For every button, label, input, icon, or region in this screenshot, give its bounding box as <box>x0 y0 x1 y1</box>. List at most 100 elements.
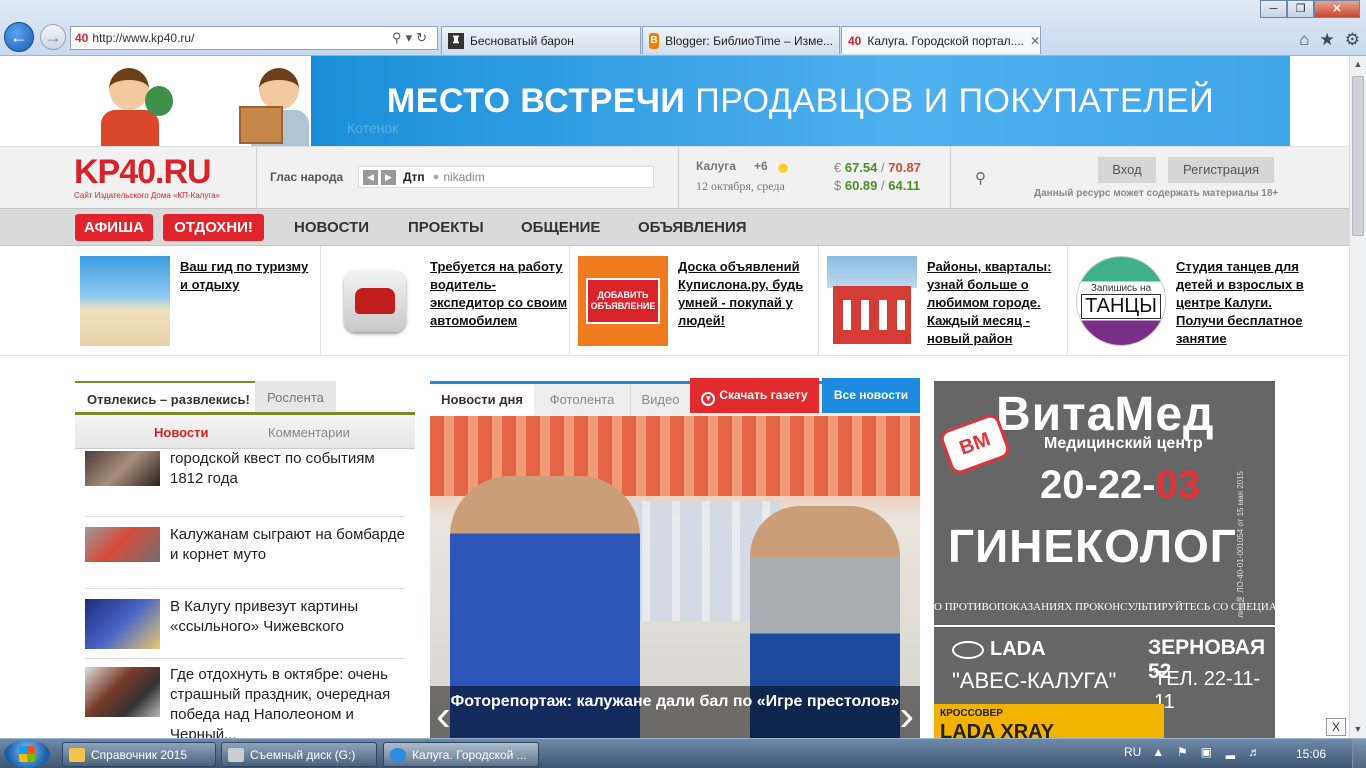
news-thumbnail[interactable] <box>85 451 160 486</box>
taskbar-item-browser[interactable]: Калуга. Городской ... <box>383 742 539 767</box>
voice-tag[interactable]: Дтп <box>403 170 425 184</box>
tab-besnovaty-baron[interactable]: ♜ Бесноватый барон <box>441 26 641 54</box>
news-thumbnail[interactable] <box>85 667 160 717</box>
taskbar-item-label: Калуга. Городской ... <box>412 747 527 762</box>
home-icon[interactable]: ⌂ <box>1299 30 1309 50</box>
search-icon[interactable]: ⚲ <box>392 30 406 45</box>
promo-districts[interactable]: Районы, кварталы: узнай больше о любимом… <box>827 246 1067 356</box>
address-bar[interactable]: 40 http://www.kp40.ru/ ⚲▾↻ <box>70 26 438 50</box>
taskbar-clock[interactable]: 15:06 <box>1296 747 1326 761</box>
list-item[interactable]: В Калугу привезут картины «ссыльного» Чи… <box>85 589 405 659</box>
taskbar-item-spravochnik[interactable]: Справочник 2015 <box>62 742 216 767</box>
list-item[interactable]: Где отдохнуть в октябре: очень страшный … <box>85 659 405 738</box>
promo-dance-studio[interactable]: Запишись на ТАНЦЫ Студия танцев для дете… <box>1076 246 1316 356</box>
address-tools[interactable]: ⚲▾↻ <box>392 30 437 46</box>
register-button[interactable]: Регистрация <box>1168 157 1274 183</box>
show-desktop-button[interactable] <box>1352 739 1366 768</box>
vitamed-specialty: ГИНЕКОЛОГ <box>948 520 1237 572</box>
promo-text[interactable]: Доска объявлений Купислона.ру, будь умне… <box>678 258 816 330</box>
promo-text[interactable]: Требуется на работу водитель-экспедитор … <box>430 258 568 330</box>
maximize-button[interactable]: ❐ <box>1287 0 1314 18</box>
promo-text[interactable]: Ваш гид по туризму и отдыху <box>180 258 318 294</box>
minimize-button[interactable]: ─ <box>1260 0 1287 18</box>
nav-news[interactable]: НОВОСТИ <box>294 219 369 236</box>
favorites-star-icon[interactable]: ★ <box>1320 30 1335 50</box>
tab-video[interactable]: Видео <box>630 384 690 416</box>
page-scrollbar[interactable]: ▲ ▼ <box>1349 56 1366 738</box>
tab-kaluga-portal[interactable]: 40 Калуга. Городской портал.... ✕ <box>841 26 1041 54</box>
ticker-prev-button[interactable]: ◀ <box>363 169 378 185</box>
list-item[interactable]: Калужанам сыграют на бомбарде и корнет м… <box>85 517 405 589</box>
flag-icon[interactable]: ⚑ <box>1175 745 1189 759</box>
start-button[interactable] <box>4 740 50 768</box>
promo-text[interactable]: Студия танцев для детей и взрослых в цен… <box>1176 258 1314 348</box>
list-item[interactable]: В Малоярославце состоится городской квес… <box>85 449 405 517</box>
euro-buy: 67.54 <box>844 160 878 175</box>
chevron-right-icon[interactable]: › <box>899 694 914 738</box>
weather-widget[interactable]: Калуга +6 12 октября, среда <box>696 159 790 194</box>
building-image[interactable] <box>827 256 917 346</box>
scroll-thumb[interactable] <box>1352 76 1364 236</box>
language-indicator[interactable]: RU <box>1124 745 1141 759</box>
back-button[interactable]: ← <box>4 22 34 52</box>
news-thumbnail[interactable] <box>85 599 160 649</box>
ticker-next-button[interactable]: ▶ <box>381 169 396 185</box>
volume-icon[interactable]: ♬ <box>1247 745 1261 759</box>
close-ad-button[interactable]: X <box>1326 718 1346 736</box>
taskbar-item-removable-disk[interactable]: Съемный диск (G:) <box>221 742 377 767</box>
tab-entertainment[interactable]: Отвлекись – развлекись! <box>75 381 262 412</box>
tab-news-of-day[interactable]: Новости дня <box>430 384 534 416</box>
news-title[interactable]: Калужанам сыграют на бомбарде и корнет м… <box>170 525 405 565</box>
news-thumbnail[interactable] <box>85 527 160 562</box>
news-title[interactable]: Где отдохнуть в октябре: очень страшный … <box>170 665 405 738</box>
settings-gear-icon[interactable]: ⚙ <box>1345 30 1360 50</box>
dropdown-icon[interactable]: ▾ <box>406 30 417 45</box>
tab-photo-feed[interactable]: Фотолента <box>534 384 630 416</box>
promo-driver-job[interactable]: Требуется на работу водитель-экспедитор … <box>330 246 570 356</box>
chevron-left-icon[interactable]: ‹ <box>436 694 451 738</box>
currency-rates: € 67.54 / 70.87 $ 60.89 / 64.11 <box>834 159 921 195</box>
scroll-up-icon[interactable]: ▲ <box>1350 56 1366 73</box>
scroll-down-icon[interactable]: ▼ <box>1350 721 1366 738</box>
promo-tourism[interactable]: Ваш гид по туризму и отдыху <box>80 246 320 356</box>
address-url[interactable]: http://www.kp40.ru/ <box>92 31 392 45</box>
promo-kupislona[interactable]: ДОБАВИТЬ ОБЪЯВЛЕНИЕ Доска объявлений Куп… <box>578 246 818 356</box>
subtab-comments[interactable]: Комментарии <box>268 425 350 440</box>
device-icon[interactable]: ▣ <box>1199 745 1213 759</box>
nav-otdohni[interactable]: ОТДОХНИ! <box>163 214 264 241</box>
header-divider <box>256 147 257 209</box>
subtab-news[interactable]: Новости <box>154 425 209 440</box>
dance-image[interactable]: Запишись на ТАНЦЫ <box>1076 256 1166 346</box>
network-signal-icon[interactable]: ▂ <box>1223 745 1237 759</box>
tab-close-icon[interactable]: ✕ <box>1030 34 1040 48</box>
site-search-icon[interactable]: ⚲ <box>975 169 993 187</box>
window-controls: ─ ❐ ✕ <box>1260 0 1360 18</box>
photo-caption[interactable]: Фоторепортаж: калужане дали бал по «Игре… <box>430 686 920 738</box>
refresh-icon[interactable]: ↻ <box>416 30 431 45</box>
login-button[interactable]: Вход <box>1098 157 1156 183</box>
tray-expand-icon[interactable]: ▲ <box>1151 745 1165 759</box>
tab-blogger[interactable]: B Blogger: БиблиоTime – Изме... <box>642 26 840 54</box>
nav-communication[interactable]: ОБЩЕНИЕ <box>521 219 600 236</box>
promo-text[interactable]: Районы, кварталы: узнай больше о любимом… <box>927 258 1065 348</box>
download-newspaper-button[interactable]: ▼ Скачать газету <box>690 378 819 413</box>
forward-button[interactable]: → <box>40 24 66 50</box>
news-title[interactable]: В Калугу привезут картины «ссыльного» Чи… <box>170 597 405 637</box>
lada-ad[interactable]: LADA ЗЕРНОВАЯ 52 "АВЕС-КАЛУГА" ТЕЛ. 22-1… <box>934 627 1275 738</box>
beach-image[interactable] <box>80 256 170 346</box>
vitamed-ad[interactable]: ВитаМед Медицинский центр ВМ 20-22-03 ГИ… <box>934 381 1275 625</box>
top-ad-banner[interactable]: Котенок МЕСТО ВСТРЕЧИ ПРОДАВЦОВ И ПОКУПА… <box>75 56 1290 146</box>
featured-photo[interactable]: Фоторепортаж: калужане дали бал по «Игре… <box>430 416 920 738</box>
all-news-button[interactable]: Все новости <box>822 378 920 413</box>
nav-afisha[interactable]: АФИША <box>75 214 153 241</box>
nav-projects[interactable]: ПРОЕКТЫ <box>408 219 484 236</box>
tab-roslenta[interactable]: Рослента <box>255 381 336 412</box>
vitamed-title: ВитаМед <box>996 388 1215 441</box>
nav-classifieds[interactable]: ОБЪЯВЛЕНИЯ <box>638 219 747 236</box>
voice-user[interactable]: nikadim <box>443 170 484 184</box>
car-image[interactable] <box>330 256 420 346</box>
site-logo[interactable]: KP40.RU Сайт Издательского Дома «КП-Калу… <box>74 155 220 200</box>
news-title[interactable]: В Малоярославце состоится городской квес… <box>170 449 405 489</box>
close-window-button[interactable]: ✕ <box>1314 0 1360 18</box>
add-ad-image[interactable]: ДОБАВИТЬ ОБЪЯВЛЕНИЕ <box>578 256 668 346</box>
